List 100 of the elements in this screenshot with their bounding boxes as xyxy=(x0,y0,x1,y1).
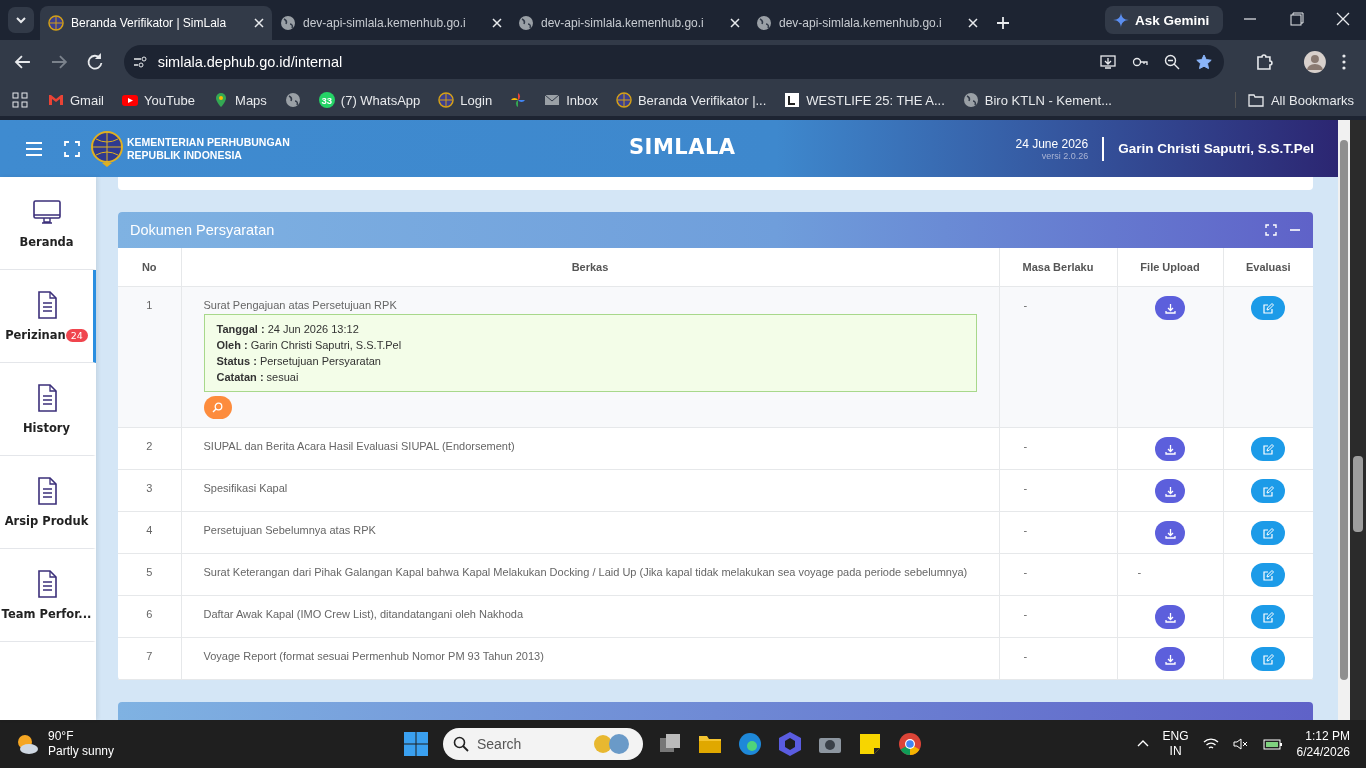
download-icon xyxy=(1164,443,1176,455)
sidebar-item[interactable]: Arsip Produk xyxy=(0,456,96,549)
edit-button[interactable] xyxy=(1251,605,1286,629)
apps-grid-icon[interactable] xyxy=(12,92,28,108)
download-icon xyxy=(1164,302,1176,314)
envelope-icon xyxy=(544,92,561,108)
edit-button[interactable] xyxy=(1251,296,1286,320)
row-number: 2 xyxy=(146,440,153,452)
windows-start-icon[interactable] xyxy=(403,731,429,757)
chevron-down-icon xyxy=(15,14,27,26)
download-icon xyxy=(1164,485,1176,497)
emblem-icon xyxy=(615,92,632,108)
download-icon xyxy=(1164,611,1176,623)
muted-speaker-icon[interactable] xyxy=(1232,737,1249,751)
sidebar-item[interactable]: History xyxy=(0,363,96,456)
pinwheel-icon xyxy=(510,92,527,108)
close-icon[interactable] xyxy=(254,18,264,28)
unread-badge: 33 xyxy=(318,92,335,108)
column-header: No xyxy=(118,248,181,287)
evaluation-note-box: Tanggal : 24 Jun 2026 13:12 Oleh : Garin Christi Saputri, S.S.T.Pel Status : Persetujuan Persyaratan Catatan : sesuai xyxy=(203,314,977,392)
download-button[interactable] xyxy=(1155,647,1185,671)
battery-icon[interactable] xyxy=(1262,737,1283,751)
scrollbar[interactable] xyxy=(1338,120,1350,720)
wifi-icon[interactable] xyxy=(1202,737,1219,751)
user-name[interactable]: Garin Christi Saputri, S.S.T.Pel xyxy=(1118,141,1314,156)
fullscreen-icon[interactable] xyxy=(64,138,80,159)
all-bookmarks-button[interactable]: All Bookmarks xyxy=(1234,92,1354,108)
download-button[interactable] xyxy=(1155,479,1185,503)
download-icon xyxy=(1164,527,1176,539)
close-icon[interactable] xyxy=(492,18,502,28)
app-title: SIMLALA xyxy=(629,135,736,159)
browser-tab[interactable]: dev-api-simlala.kemenhub.go.i xyxy=(748,6,986,40)
globe-icon xyxy=(518,15,534,31)
browser-tab[interactable]: dev-api-simlala.kemenhub.go.i xyxy=(272,6,510,40)
edit-button[interactable] xyxy=(1251,437,1286,461)
browser-tab[interactable]: dev-api-simlala.kemenhub.go.i xyxy=(510,6,748,40)
bookmark-star-icon[interactable] xyxy=(1196,54,1213,70)
document-name: Daftar Awak Kapal (IMO Crew List), ditandatangani oleh Nakhoda xyxy=(203,608,524,620)
download-button[interactable] xyxy=(1155,437,1185,461)
edge-browser-icon[interactable] xyxy=(737,731,763,757)
language-indicator[interactable]: ENG IN xyxy=(1162,729,1189,759)
edit-button[interactable] xyxy=(1251,521,1286,545)
download-button[interactable] xyxy=(1155,605,1185,629)
document-name: Surat Keterangan dari Pihak Galangan Kapal bahwa Kapal Melakukan Docking / Laid Up (Jika kapal tidak melakukan sea voyage pada periode sebelumnya) xyxy=(203,566,968,578)
folder-icon xyxy=(1247,92,1264,108)
edit-button[interactable] xyxy=(1251,647,1286,671)
bookmark[interactable]: Login xyxy=(432,92,499,108)
clock[interactable]: 1:12 PM 6/24/2026 xyxy=(1296,728,1350,760)
weather-widget[interactable]: 90°F Partly sunny xyxy=(14,729,115,759)
validity-value: - xyxy=(1023,524,1028,536)
count-badge: 24 xyxy=(65,328,88,342)
validity-value: - xyxy=(1023,566,1028,578)
bookmark[interactable]: 33 (7) WhatsApp xyxy=(312,92,427,108)
hexagon-app-icon[interactable] xyxy=(777,731,803,757)
scrollbar[interactable] xyxy=(1350,120,1366,720)
download-button[interactable] xyxy=(1155,521,1185,545)
fullscreen-icon[interactable] xyxy=(1265,224,1277,236)
document-name: Spesifikasi Kapal xyxy=(203,482,288,494)
close-icon[interactable] xyxy=(968,18,978,28)
tab-search-button[interactable] xyxy=(8,7,34,33)
bookmark[interactable]: Biro KTLN - Kement... xyxy=(956,92,1118,108)
globe-icon xyxy=(284,92,301,108)
ministry-name: REPUBLIK INDONESIA xyxy=(127,148,243,162)
bookmark[interactable]: Gmail xyxy=(42,92,110,108)
search-field[interactable]: Search xyxy=(443,728,643,760)
edit-button[interactable] xyxy=(1251,479,1286,503)
globe-icon xyxy=(962,92,979,108)
square-logo-icon xyxy=(784,92,801,108)
column-header: Evaluasi xyxy=(1223,248,1313,287)
sidebar-item[interactable]: Team Perfor... xyxy=(0,549,96,642)
search-icon xyxy=(453,736,469,752)
site-settings-icon[interactable] xyxy=(131,54,148,70)
sidebar-item[interactable]: Perizinan 24 xyxy=(0,270,96,363)
bookmark[interactable]: WESTLIFE 25: THE A... xyxy=(778,92,951,108)
emblem-icon xyxy=(438,92,455,108)
bookmark[interactable]: YouTube xyxy=(115,92,202,108)
download-icon xyxy=(1164,653,1176,665)
bookmark[interactable]: Inbox xyxy=(538,92,604,108)
edit-button[interactable] xyxy=(1251,563,1286,587)
sticky-note-icon[interactable] xyxy=(857,731,883,757)
chrome-browser-icon[interactable] xyxy=(897,731,923,757)
close-icon[interactable] xyxy=(730,18,740,28)
close-icon[interactable] xyxy=(1336,12,1350,26)
sidebar-item[interactable]: Beranda xyxy=(0,177,96,270)
row-number: 4 xyxy=(146,524,153,536)
file-upload-value: - xyxy=(1137,566,1142,578)
download-button[interactable] xyxy=(1155,296,1185,320)
edit-icon xyxy=(1262,302,1274,314)
bookmark[interactable]: Beranda Verifikator |... xyxy=(609,92,773,108)
address-bar[interactable]: simlala.dephub.go.id/internal xyxy=(123,45,1225,79)
emblem-icon xyxy=(48,15,64,31)
ask-gemini-button[interactable]: Ask Gemini xyxy=(1105,6,1224,34)
mail-icon xyxy=(48,92,64,108)
zoom-out-icon[interactable] xyxy=(1164,54,1181,70)
row-number: 5 xyxy=(146,566,153,578)
install-app-icon[interactable] xyxy=(1100,54,1117,70)
new-tab-icon[interactable] xyxy=(996,16,1010,30)
bookmark[interactable]: Maps xyxy=(207,92,273,108)
browser-tab[interactable]: Beranda Verifikator | SimLala xyxy=(40,6,272,40)
restore-icon[interactable] xyxy=(1290,12,1304,26)
